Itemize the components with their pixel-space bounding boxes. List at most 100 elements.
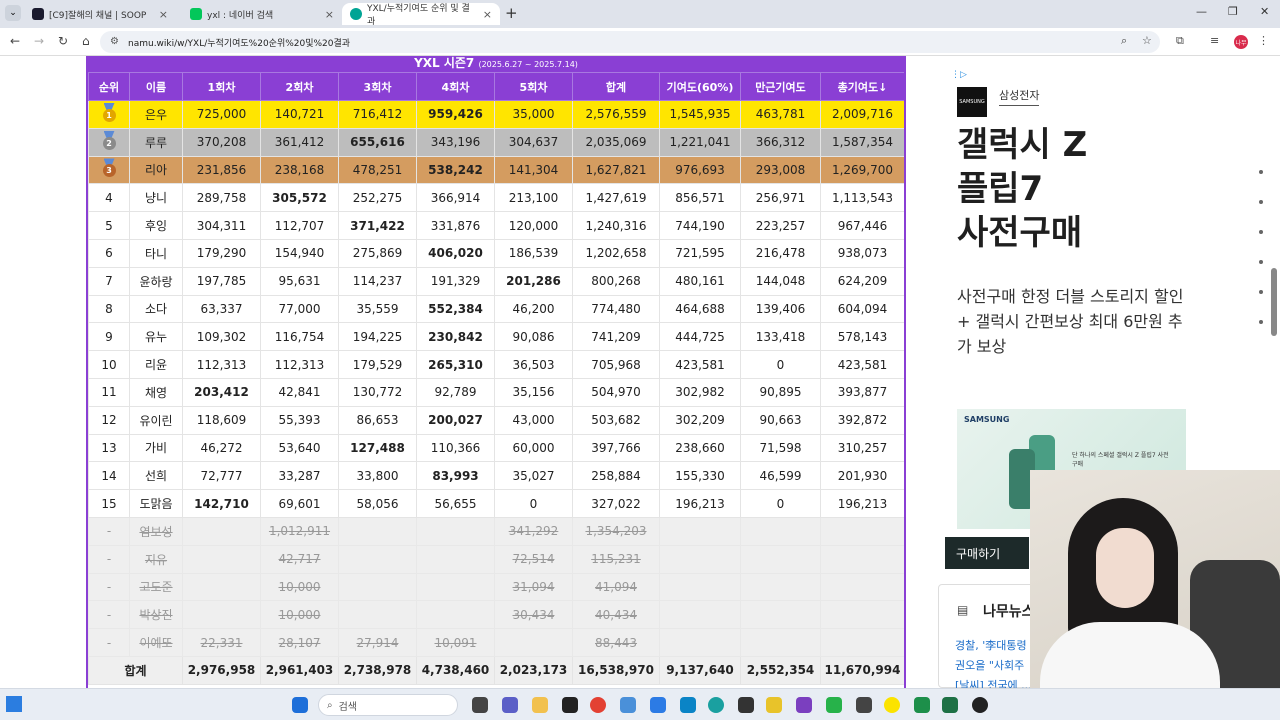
minimize-icon[interactable]: —: [1196, 5, 1207, 18]
column-header[interactable]: 순위: [88, 72, 130, 101]
table-row: 6 타니 179,290 154,940 275,869 406,020 186,539 1,…: [88, 238, 904, 268]
value-cell: 265,310: [416, 350, 495, 379]
column-header[interactable]: 기여도(60%): [659, 72, 741, 101]
app-icon[interactable]: [766, 697, 782, 713]
name-cell[interactable]: 루루: [129, 127, 183, 157]
app-icon[interactable]: [914, 697, 930, 713]
excel-icon[interactable]: [942, 697, 958, 713]
value-cell: 976,693: [659, 155, 741, 185]
name-cell[interactable]: 소다: [129, 294, 183, 324]
name-cell[interactable]: 유누: [129, 322, 183, 352]
page-scrollbar[interactable]: [1271, 268, 1277, 336]
edge-icon[interactable]: [708, 697, 724, 713]
chat-icon[interactable]: [502, 697, 518, 713]
zoom-icon[interactable]: ⌕: [1121, 34, 1127, 48]
column-header[interactable]: 2회차: [260, 72, 339, 101]
name-cell[interactable]: 냥니: [129, 183, 183, 213]
value-cell: 86,653: [338, 405, 417, 435]
media-player-icon[interactable]: [972, 697, 988, 713]
page-dot[interactable]: [1259, 230, 1263, 234]
back-icon[interactable]: ←: [10, 34, 20, 48]
reading-list-icon[interactable]: ≡: [1210, 34, 1219, 47]
column-header[interactable]: 이름: [129, 72, 183, 101]
new-tab-button[interactable]: +: [505, 4, 518, 22]
name-cell[interactable]: 채영: [129, 377, 183, 407]
news-item[interactable]: 권오을 "사회주: [955, 657, 1024, 673]
close-icon[interactable]: ×: [159, 8, 168, 21]
app-icon[interactable]: [680, 697, 696, 713]
news-item[interactable]: 경찰, '李대통령: [955, 637, 1027, 653]
name-cell[interactable]: 선희: [129, 461, 183, 491]
kakaotalk-icon[interactable]: [884, 697, 900, 713]
value-cell: 2,576,559: [572, 100, 660, 129]
app-icon[interactable]: [650, 697, 666, 713]
column-header[interactable]: 5회차: [494, 72, 573, 101]
page-dot[interactable]: [1259, 290, 1263, 294]
column-header[interactable]: 1회차: [182, 72, 261, 101]
page-dot[interactable]: [1259, 200, 1263, 204]
page-dot[interactable]: [1259, 320, 1263, 324]
url-field[interactable]: ⚙ namu.wiki/w/YXL/누적기여도%20순위%20및%20결과: [100, 31, 1160, 53]
name-cell[interactable]: 리윤: [129, 350, 183, 379]
app-icon[interactable]: [738, 697, 754, 713]
value-cell: 179,529: [338, 350, 417, 379]
app-icon[interactable]: [796, 697, 812, 713]
tab-naver[interactable]: yxl : 네이버 검색 ×: [182, 3, 342, 25]
name-cell[interactable]: 윤하랑: [129, 266, 183, 296]
samsung-logo[interactable]: SAMSUNG: [957, 87, 987, 117]
extensions-icon[interactable]: ⧉: [1176, 34, 1184, 48]
value-cell: 194,225: [338, 322, 417, 352]
tab-soop[interactable]: [C9]잘해의 채널 | SOOP ×: [24, 3, 176, 25]
site-info-icon[interactable]: ⚙: [110, 36, 119, 47]
sum-value-cell: 2,961,403: [260, 655, 339, 685]
tab-namuwiki[interactable]: YXL/누적기여도 순위 및 결과 ×: [342, 3, 500, 27]
column-header[interactable]: 총기여도↓: [820, 72, 904, 101]
column-header[interactable]: 합계: [572, 72, 660, 101]
app-icon[interactable]: [826, 697, 842, 713]
ad-subcopy[interactable]: 사전구매 한정 더블 스토리지 할인 + 갤럭시 간편보상 최대 6만원 추가 …: [957, 284, 1197, 359]
value-cell: 774,480: [572, 294, 660, 324]
close-window-icon[interactable]: ✕: [1260, 5, 1269, 18]
column-header[interactable]: 만근기여도: [740, 72, 821, 101]
ad-info-icon[interactable]: ⋮▷: [951, 70, 967, 80]
name-cell[interactable]: 유이린: [129, 405, 183, 435]
name-cell[interactable]: 후잉: [129, 211, 183, 240]
name-cell[interactable]: 은우: [129, 100, 183, 129]
start-menu-icon[interactable]: [292, 697, 308, 713]
column-header[interactable]: 4회차: [416, 72, 495, 101]
value-cell: 238,660: [659, 433, 741, 463]
ad-headline[interactable]: 갤럭시 Z 플립7 사전구매: [957, 123, 1187, 255]
home-icon[interactable]: ⌂: [82, 34, 90, 48]
column-header[interactable]: 3회차: [338, 72, 417, 101]
reload-icon[interactable]: ↻: [58, 34, 68, 48]
name-cell[interactable]: 리아: [129, 155, 183, 185]
file-explorer-icon[interactable]: [532, 697, 548, 713]
value-cell: 938,073: [820, 238, 904, 268]
name-cell[interactable]: 도맑음: [129, 489, 183, 518]
value-cell: 77,000: [260, 294, 339, 324]
name-cell[interactable]: 타니: [129, 238, 183, 268]
tab-search-button[interactable]: ⌄: [5, 5, 21, 21]
news-item[interactable]: [날씨] 전국에 ...: [955, 677, 1032, 688]
bookmark-star-icon[interactable]: ☆: [1142, 34, 1152, 47]
app-icon[interactable]: [562, 697, 578, 713]
taskbar-search[interactable]: ⌕ 검색: [318, 694, 458, 716]
name-cell[interactable]: 가비: [129, 433, 183, 463]
close-icon[interactable]: ×: [325, 8, 334, 21]
more-menu-icon[interactable]: ⋮: [1258, 34, 1269, 47]
app-icon[interactable]: [620, 697, 636, 713]
app-icon[interactable]: [856, 697, 872, 713]
windows-start-icon[interactable]: [6, 696, 22, 712]
buy-button[interactable]: 구매하기: [945, 537, 1029, 569]
maximize-icon[interactable]: ❐: [1228, 5, 1238, 18]
ad-brand-name[interactable]: 삼성전자: [999, 87, 1040, 106]
close-icon[interactable]: ×: [483, 8, 492, 21]
value-cell: 196,213: [659, 489, 741, 518]
page-dot[interactable]: [1259, 170, 1263, 174]
profile-avatar[interactable]: 나무: [1234, 35, 1248, 49]
value-cell: 95,631: [260, 266, 339, 296]
page-dot[interactable]: [1259, 260, 1263, 264]
chrome-icon[interactable]: [590, 697, 606, 713]
forward-icon[interactable]: →: [34, 34, 44, 48]
task-view-icon[interactable]: [472, 697, 488, 713]
